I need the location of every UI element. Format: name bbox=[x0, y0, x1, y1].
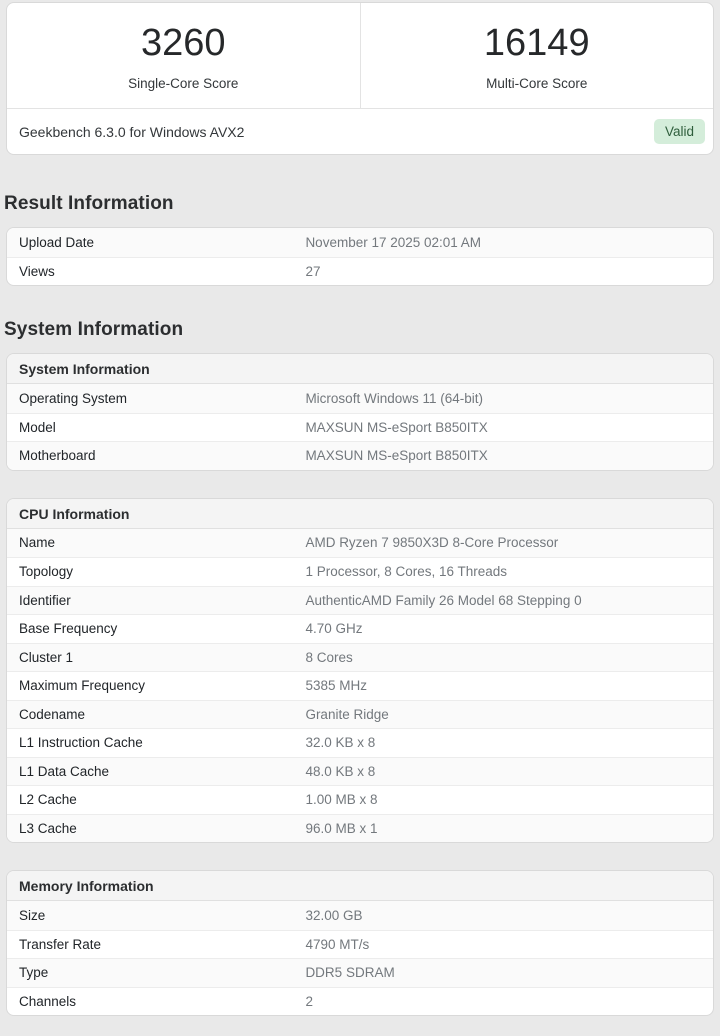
row-value: MAXSUN MS-eSport B850ITX bbox=[305, 448, 701, 463]
system-information-card: System Information Operating System Micr… bbox=[6, 353, 714, 471]
cpu-information-card-title: CPU Information bbox=[7, 499, 713, 529]
row-value: 48.0 KB x 8 bbox=[305, 764, 701, 779]
row-value: AuthenticAMD Family 26 Model 68 Stepping… bbox=[305, 593, 701, 608]
row-value: 27 bbox=[305, 264, 701, 279]
row-label: Maximum Frequency bbox=[19, 678, 305, 693]
row-label: L2 Cache bbox=[19, 792, 305, 807]
row-label: Model bbox=[19, 420, 305, 435]
row-label: Upload Date bbox=[19, 235, 305, 250]
multi-core-score-label: Multi-Core Score bbox=[486, 76, 587, 91]
row-label: L1 Instruction Cache bbox=[19, 735, 305, 750]
row-label: Size bbox=[19, 908, 305, 923]
cpu-information-card: CPU Information Name AMD Ryzen 7 9850X3D… bbox=[6, 498, 714, 844]
table-row: Cluster 1 8 Cores bbox=[7, 643, 713, 672]
row-label: L3 Cache bbox=[19, 821, 305, 836]
table-row: Size 32.00 GB bbox=[7, 901, 713, 930]
table-row: Transfer Rate 4790 MT/s bbox=[7, 930, 713, 959]
table-row: L1 Data Cache 48.0 KB x 8 bbox=[7, 757, 713, 786]
row-value: 96.0 MB x 1 bbox=[305, 821, 701, 836]
row-label: Base Frequency bbox=[19, 621, 305, 636]
platform-text: Geekbench 6.3.0 for Windows AVX2 bbox=[19, 124, 244, 140]
single-core-score-value: 3260 bbox=[141, 24, 226, 62]
multi-core-score-value: 16149 bbox=[484, 24, 590, 62]
row-value: Granite Ridge bbox=[305, 707, 701, 722]
row-value: November 17 2025 02:01 AM bbox=[305, 235, 701, 250]
row-value: 4790 MT/s bbox=[305, 937, 701, 952]
table-row: Maximum Frequency 5385 MHz bbox=[7, 671, 713, 700]
table-row: Type DDR5 SDRAM bbox=[7, 958, 713, 987]
table-row: Codename Granite Ridge bbox=[7, 700, 713, 729]
row-value: 1 Processor, 8 Cores, 16 Threads bbox=[305, 564, 701, 579]
table-row: Views 27 bbox=[7, 257, 713, 286]
row-value: 32.0 KB x 8 bbox=[305, 735, 701, 750]
row-label: Transfer Rate bbox=[19, 937, 305, 952]
row-value: DDR5 SDRAM bbox=[305, 965, 701, 980]
row-label: Codename bbox=[19, 707, 305, 722]
row-label: Cluster 1 bbox=[19, 650, 305, 665]
memory-information-card-title: Memory Information bbox=[7, 871, 713, 901]
table-row: Upload Date November 17 2025 02:01 AM bbox=[7, 228, 713, 257]
row-label: L1 Data Cache bbox=[19, 764, 305, 779]
row-value: 5385 MHz bbox=[305, 678, 701, 693]
row-label: Views bbox=[19, 264, 305, 279]
row-value: Microsoft Windows 11 (64-bit) bbox=[305, 391, 701, 406]
table-row: L1 Instruction Cache 32.0 KB x 8 bbox=[7, 728, 713, 757]
valid-status-badge: Valid bbox=[654, 119, 705, 144]
row-value: AMD Ryzen 7 9850X3D 8-Core Processor bbox=[305, 535, 701, 550]
score-summary-card: 3260 Single-Core Score 16149 Multi-Core … bbox=[6, 2, 714, 155]
row-label: Type bbox=[19, 965, 305, 980]
row-label: Identifier bbox=[19, 593, 305, 608]
single-core-score-cell: 3260 Single-Core Score bbox=[7, 3, 361, 108]
single-core-score-label: Single-Core Score bbox=[128, 76, 238, 91]
row-label: Operating System bbox=[19, 391, 305, 406]
system-information-heading: System Information bbox=[4, 319, 720, 341]
memory-information-card: Memory Information Size 32.00 GB Transfe… bbox=[6, 870, 714, 1016]
table-row: Base Frequency 4.70 GHz bbox=[7, 614, 713, 643]
score-footer: Geekbench 6.3.0 for Windows AVX2 Valid bbox=[7, 108, 713, 154]
row-label: Topology bbox=[19, 564, 305, 579]
scores-row: 3260 Single-Core Score 16149 Multi-Core … bbox=[7, 3, 713, 108]
row-value: MAXSUN MS-eSport B850ITX bbox=[305, 420, 701, 435]
result-information-heading: Result Information bbox=[4, 193, 720, 215]
row-value: 1.00 MB x 8 bbox=[305, 792, 701, 807]
table-row: Channels 2 bbox=[7, 987, 713, 1016]
row-value: 32.00 GB bbox=[305, 908, 701, 923]
table-row: Identifier AuthenticAMD Family 26 Model … bbox=[7, 586, 713, 615]
table-row: L2 Cache 1.00 MB x 8 bbox=[7, 785, 713, 814]
table-row: Operating System Microsoft Windows 11 (6… bbox=[7, 384, 713, 413]
row-value: 2 bbox=[305, 994, 701, 1009]
row-value: 8 Cores bbox=[305, 650, 701, 665]
system-information-card-title: System Information bbox=[7, 354, 713, 384]
result-information-card: Upload Date November 17 2025 02:01 AM Vi… bbox=[6, 227, 714, 286]
row-value: 4.70 GHz bbox=[305, 621, 701, 636]
row-label: Name bbox=[19, 535, 305, 550]
table-row: Model MAXSUN MS-eSport B850ITX bbox=[7, 413, 713, 442]
table-row: Name AMD Ryzen 7 9850X3D 8-Core Processo… bbox=[7, 529, 713, 558]
multi-core-score-cell: 16149 Multi-Core Score bbox=[361, 3, 714, 108]
table-row: L3 Cache 96.0 MB x 1 bbox=[7, 814, 713, 843]
row-label: Motherboard bbox=[19, 448, 305, 463]
table-row: Topology 1 Processor, 8 Cores, 16 Thread… bbox=[7, 557, 713, 586]
table-row: Motherboard MAXSUN MS-eSport B850ITX bbox=[7, 441, 713, 470]
row-label: Channels bbox=[19, 994, 305, 1009]
